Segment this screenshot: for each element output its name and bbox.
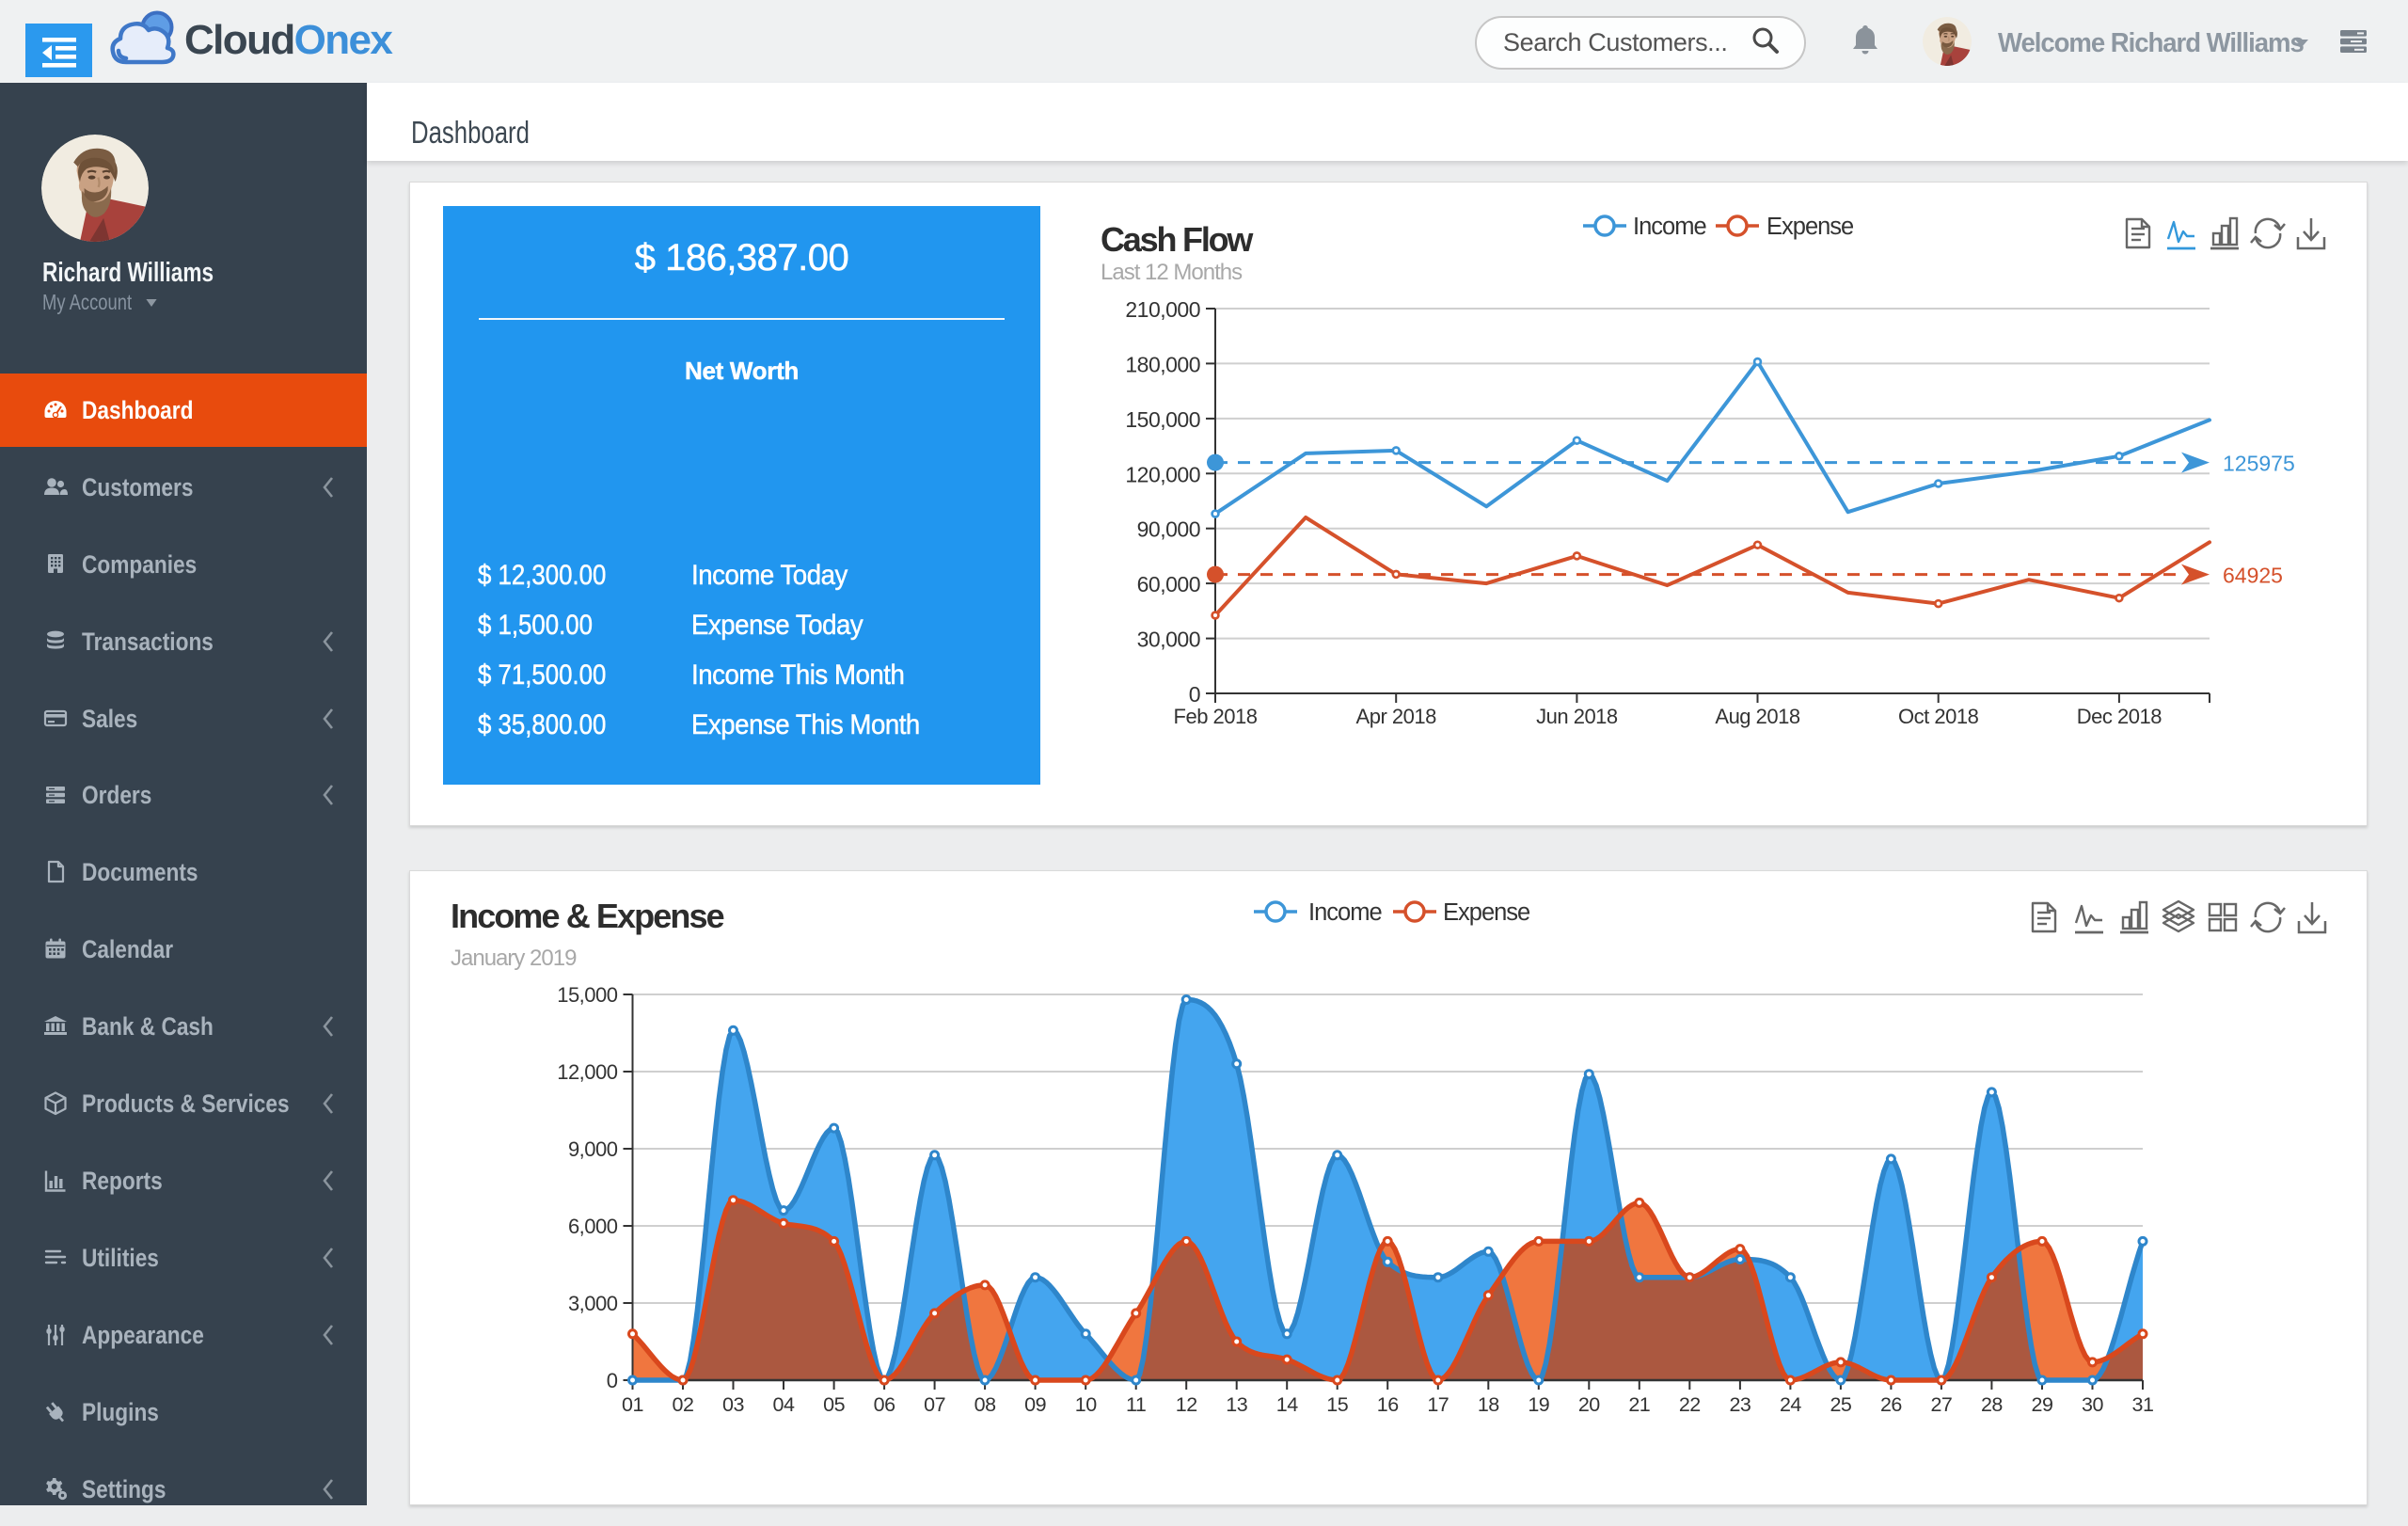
svg-text:18: 18 [1478,1393,1499,1416]
svg-text:16: 16 [1377,1393,1399,1416]
svg-text:12,000: 12,000 [557,1060,618,1084]
svg-text:21: 21 [1628,1393,1650,1416]
svg-text:Income: Income [1308,899,1382,926]
svg-text:14: 14 [1276,1393,1298,1416]
svg-text:0: 0 [1189,682,1200,707]
svg-text:08: 08 [974,1393,996,1416]
svg-text:Feb 2018: Feb 2018 [1174,705,1258,728]
svg-text:Income & Expense: Income & Expense [451,897,724,935]
svg-text:25: 25 [1830,1393,1851,1416]
svg-text:Jun 2018: Jun 2018 [1536,705,1618,728]
svg-text:22: 22 [1679,1393,1701,1416]
svg-text:Dec 2018: Dec 2018 [2077,705,2162,728]
svg-text:Income: Income [1633,214,1706,240]
svg-text:Oct 2018: Oct 2018 [1898,705,1979,728]
svg-text:01: 01 [622,1393,643,1416]
svg-text:26: 26 [1880,1393,1902,1416]
svg-text:3,000: 3,000 [568,1292,618,1315]
svg-text:24: 24 [1780,1393,1801,1416]
svg-text:06: 06 [874,1393,895,1416]
svg-text:20: 20 [1578,1393,1600,1416]
svg-text:10: 10 [1075,1393,1097,1416]
svg-text:15,000: 15,000 [557,983,618,1007]
svg-text:90,000: 90,000 [1137,517,1200,542]
svg-text:17: 17 [1427,1393,1449,1416]
svg-text:Last 12 Months: Last 12 Months [1101,260,1243,285]
svg-text:07: 07 [924,1393,945,1416]
svg-text:64925: 64925 [2223,564,2283,588]
svg-text:19: 19 [1528,1393,1549,1416]
svg-text:Expense: Expense [1766,214,1854,240]
svg-text:January 2019: January 2019 [451,946,577,971]
svg-text:6,000: 6,000 [568,1215,618,1238]
svg-text:125975: 125975 [2223,452,2295,476]
svg-text:28: 28 [1981,1393,2003,1416]
svg-text:180,000: 180,000 [1125,352,1200,376]
svg-text:Cash Flow: Cash Flow [1101,220,1254,259]
svg-text:12: 12 [1176,1393,1197,1416]
svg-text:15: 15 [1326,1393,1348,1416]
svg-text:0: 0 [607,1369,618,1392]
svg-text:04: 04 [773,1393,795,1416]
svg-text:150,000: 150,000 [1125,407,1200,432]
svg-text:60,000: 60,000 [1137,572,1200,596]
svg-text:Aug 2018: Aug 2018 [1715,705,1799,728]
svg-text:Expense: Expense [1443,899,1530,926]
svg-text:31: 31 [2132,1393,2154,1416]
svg-text:30: 30 [2082,1393,2103,1416]
svg-text:02: 02 [673,1393,694,1416]
svg-text:29: 29 [2032,1393,2053,1416]
svg-text:9,000: 9,000 [568,1137,618,1161]
svg-text:120,000: 120,000 [1125,462,1200,486]
svg-text:Apr 2018: Apr 2018 [1356,705,1437,728]
svg-text:210,000: 210,000 [1125,297,1200,322]
svg-text:27: 27 [1930,1393,1952,1416]
svg-text:05: 05 [823,1393,845,1416]
svg-text:23: 23 [1729,1393,1751,1416]
svg-text:30,000: 30,000 [1137,628,1200,652]
svg-text:11: 11 [1126,1393,1146,1416]
svg-text:09: 09 [1024,1393,1046,1416]
svg-text:13: 13 [1226,1393,1247,1416]
svg-text:03: 03 [722,1393,744,1416]
